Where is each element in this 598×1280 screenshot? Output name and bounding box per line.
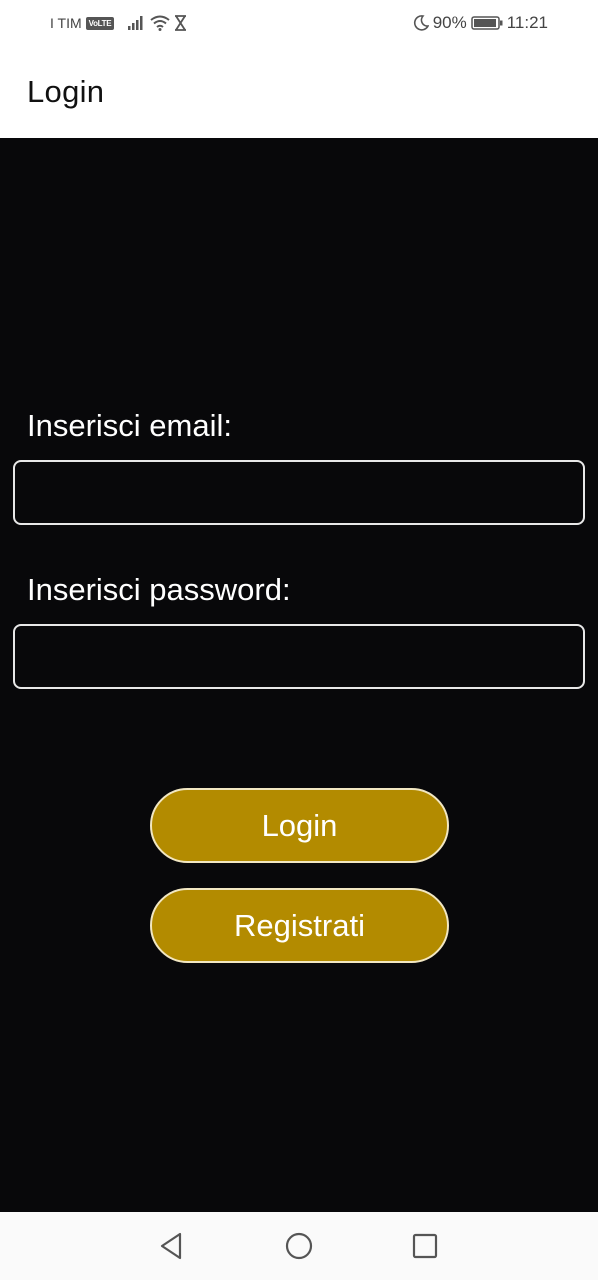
status-bar: I TIM VoLTE 90% 11:21 <box>0 0 598 46</box>
app-bar: Login <box>0 46 598 138</box>
volte-badge: VoLTE <box>85 16 115 30</box>
email-field[interactable] <box>13 460 585 525</box>
signal-icon <box>128 16 143 30</box>
status-left: I TIM VoLTE <box>50 12 187 34</box>
clock-time: 11:21 <box>506 13 548 32</box>
battery-icon <box>470 16 503 30</box>
home-icon <box>285 1232 313 1260</box>
back-icon <box>160 1232 182 1260</box>
login-form: Inserisci email: Inserisci password: Log… <box>0 138 598 1212</box>
login-button[interactable]: Login <box>150 788 449 863</box>
system-nav-bar <box>0 1212 598 1280</box>
recents-icon <box>412 1233 438 1259</box>
recents-button[interactable] <box>407 1228 443 1264</box>
wifi-icon <box>150 15 170 31</box>
page-title: Login <box>27 74 105 109</box>
battery-percent: 90% <box>432 13 467 32</box>
home-button[interactable] <box>281 1228 317 1264</box>
back-button[interactable] <box>153 1228 189 1264</box>
email-label: Inserisci email: <box>27 408 232 443</box>
carrier-label: I TIM <box>50 15 82 31</box>
hourglass-icon <box>175 15 187 31</box>
password-label: Inserisci password: <box>27 572 291 607</box>
status-right: 90% 11:21 <box>413 12 548 34</box>
moon-icon <box>413 15 429 31</box>
register-button[interactable]: Registrati <box>150 888 449 963</box>
password-field[interactable] <box>13 624 585 689</box>
